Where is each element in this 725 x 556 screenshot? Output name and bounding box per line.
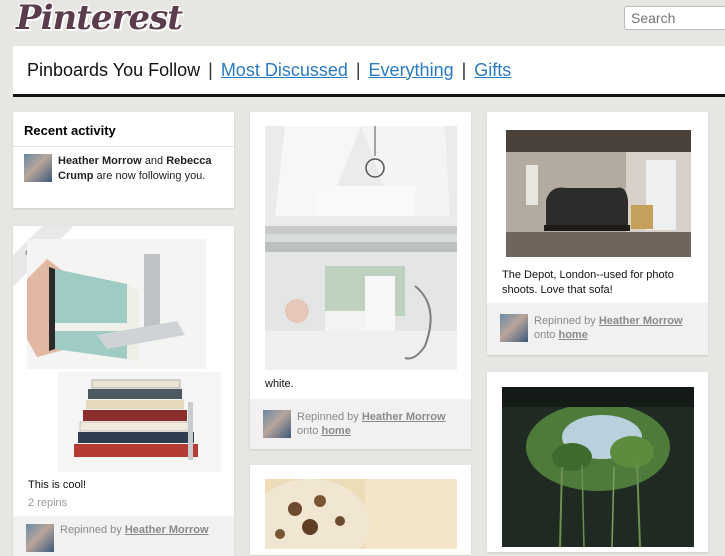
pin-description: The Depot, London--used for photo shoots…	[502, 269, 674, 296]
pin-attribution: Repinned by Heather Morrow onto home	[487, 303, 708, 355]
user-link[interactable]: Heather Morrow	[362, 411, 446, 423]
pin-description: white.	[265, 378, 294, 390]
pin-image[interactable]	[502, 387, 694, 548]
avatar[interactable]	[24, 154, 52, 182]
book-stack-photo	[58, 372, 221, 472]
activity-text: Heather Morrow and Rebecca Crump are now…	[58, 154, 223, 184]
user-link[interactable]: Heather Morrow	[58, 155, 142, 167]
pin-attribution: Repinned by Heather Morrow onto home	[250, 399, 471, 449]
avatar[interactable]	[500, 314, 528, 342]
repinned-by-label: Repinned by	[297, 411, 359, 423]
pinterest-logo[interactable]: Pinterest	[16, 0, 183, 38]
pin-card: The Depot, London--used for photo shoots…	[487, 112, 708, 355]
food-photo	[250, 479, 457, 556]
depot-sofa-photo	[506, 130, 691, 257]
pin-meta: This is cool! 2 repins	[28, 478, 223, 509]
pin-card: $17 This is cool! 2 repins	[13, 226, 234, 556]
pin-image[interactable]	[265, 126, 457, 370]
pin-image[interactable]	[58, 372, 221, 472]
avatar[interactable]	[263, 410, 291, 438]
recent-activity-title: Recent activity	[13, 112, 234, 147]
nav-most-discussed[interactable]: Most Discussed	[213, 60, 356, 81]
onto-label: onto	[534, 329, 556, 341]
pin-attribution: Repinned by Heather Morrow	[13, 516, 234, 556]
user-link[interactable]: Heather Morrow	[125, 524, 209, 536]
white-room-photo	[265, 126, 457, 370]
pin-image[interactable]	[506, 130, 691, 257]
pin-card	[487, 372, 708, 552]
conjunction-text: and	[144, 155, 164, 167]
activity-item: Heather Morrow and Rebecca Crump are now…	[13, 147, 234, 191]
pin-description: This is cool!	[28, 479, 87, 491]
repinned-by-label: Repinned by	[534, 315, 596, 327]
bookshelf-photo	[27, 239, 206, 369]
repinned-by-label: Repinned by	[60, 524, 122, 536]
nav-gifts[interactable]: Gifts	[466, 60, 519, 81]
pin-image[interactable]	[27, 239, 206, 369]
onto-label: onto	[297, 425, 319, 437]
cave-cenote-photo	[502, 387, 694, 548]
repin-count[interactable]: 2 repins	[28, 497, 223, 509]
recent-activity-card: Recent activity Heather Morrow and Rebec…	[13, 112, 234, 208]
avatar[interactable]	[26, 524, 54, 552]
pinboard-nav: Pinboards You Follow | Most Discussed | …	[13, 46, 725, 97]
board-link[interactable]: home	[321, 425, 350, 437]
search-input[interactable]	[624, 6, 725, 30]
pin-image[interactable]	[250, 479, 457, 556]
nav-pinboards-you-follow[interactable]: Pinboards You Follow	[13, 60, 208, 81]
nav-everything[interactable]: Everything	[361, 60, 462, 81]
pin-card: white. Repinned by Heather Morrow onto h…	[250, 112, 471, 449]
follow-text: are now following you.	[96, 170, 206, 182]
user-link[interactable]: Heather Morrow	[599, 315, 683, 327]
board-link[interactable]: home	[558, 329, 587, 341]
